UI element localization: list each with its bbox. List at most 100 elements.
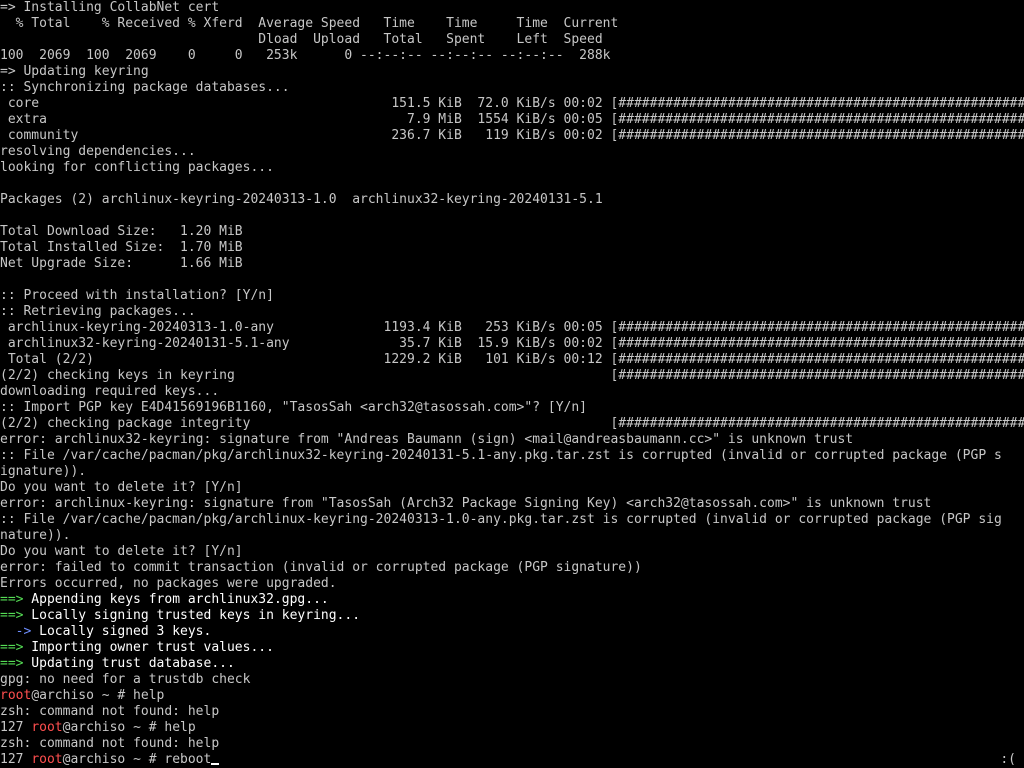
terminal-text: Total Installed Size: 1.70 MiB [0, 240, 243, 255]
terminal-console[interactable]: => Installing CollabNet cert % Total % R… [0, 0, 1024, 768]
terminal-text: error: archlinux32-keyring: signature fr… [0, 432, 854, 447]
terminal-line: 100 2069 100 2069 0 0 253k 0 --:--:-- --… [0, 48, 1024, 64]
terminal-text: looking for conflicting packages... [0, 160, 274, 175]
terminal-line: Packages (2) archlinux-keyring-20240313-… [0, 192, 1024, 208]
terminal-text: ==> [0, 592, 24, 607]
terminal-text: error: failed to commit transaction (inv… [0, 560, 642, 575]
terminal-text: downloading required keys... [0, 384, 220, 399]
terminal-line: zsh: command not found: help [0, 704, 1024, 720]
terminal-text: Net Upgrade Size: 1.66 MiB [0, 256, 243, 271]
terminal-line: error: archlinux32-keyring: signature fr… [0, 432, 1024, 448]
terminal-line: (2/2) checking package integrity [######… [0, 416, 1024, 432]
terminal-text: archlinux32-keyring-20240131-5.1-any 35.… [0, 336, 1024, 351]
right-prompt-status: :( [1000, 752, 1016, 767]
terminal-line: 127 root@archiso ~ # reboot [0, 752, 1024, 768]
terminal-text: Appending keys from archlinux32.gpg... [23, 592, 329, 607]
terminal-line: ==> Importing owner trust values... [0, 640, 1024, 656]
terminal-line: :: Import PGP key E4D41569196B1160, "Tas… [0, 400, 1024, 416]
terminal-text: ==> [0, 656, 24, 671]
terminal-text: :: File /var/cache/pacman/pkg/archlinux-… [0, 512, 1002, 527]
terminal-text: :: Synchronizing package databases... [0, 80, 290, 95]
terminal-text: @archiso ~ # help [31, 688, 165, 703]
terminal-text: resolving dependencies... [0, 144, 196, 159]
terminal-line: :: File /var/cache/pacman/pkg/archlinux3… [0, 448, 1024, 464]
terminal-text: :: File /var/cache/pacman/pkg/archlinux3… [0, 448, 1002, 463]
terminal-line: => Installing CollabNet cert [0, 0, 1024, 16]
terminal-line: root@archiso ~ # help [0, 688, 1024, 704]
terminal-text: zsh: command not found: help [0, 736, 220, 751]
terminal-line: extra 7.9 MiB 1554 KiB/s 00:05 [########… [0, 112, 1024, 128]
terminal-line: :: Synchronizing package databases... [0, 80, 1024, 96]
terminal-line: ==> Locally signing trusted keys in keyr… [0, 608, 1024, 624]
terminal-line: zsh: command not found: help [0, 736, 1024, 752]
terminal-line: ==> Updating trust database... [0, 656, 1024, 672]
terminal-line: archlinux32-keyring-20240131-5.1-any 35.… [0, 336, 1024, 352]
terminal-line: :: Retrieving packages... [0, 304, 1024, 320]
terminal-text: Total (2/2) 1229.2 KiB 101 KiB/s 00:12 [… [0, 352, 1024, 367]
text-cursor [211, 763, 220, 765]
terminal-text: ignature)). [0, 464, 87, 479]
terminal-line: error: archlinux-keyring: signature from… [0, 496, 1024, 512]
terminal-text: :: Import PGP key E4D41569196B1160, "Tas… [0, 400, 587, 415]
terminal-text: community 236.7 KiB 119 KiB/s 00:02 [###… [0, 128, 1024, 143]
terminal-line: Errors occurred, no packages were upgrad… [0, 576, 1024, 592]
terminal-text: Do you want to delete it? [Y/n] [0, 480, 243, 495]
terminal-text: Do you want to delete it? [Y/n] [0, 544, 243, 559]
terminal-text: @archiso ~ # help [62, 720, 196, 735]
terminal-text: zsh: command not found: help [0, 704, 220, 719]
terminal-line: (2/2) checking keys in keyring [########… [0, 368, 1024, 384]
terminal-line: Do you want to delete it? [Y/n] [0, 480, 1024, 496]
terminal-line: => Updating keyring [0, 64, 1024, 80]
terminal-text: :: Proceed with installation? [Y/n] [0, 288, 274, 303]
terminal-line: gpg: no need for a trustdb check [0, 672, 1024, 688]
terminal-line: Do you want to delete it? [Y/n] [0, 544, 1024, 560]
terminal-text: @archiso ~ # reboot [62, 752, 212, 767]
terminal-line: ==> Appending keys from archlinux32.gpg.… [0, 592, 1024, 608]
terminal-text: archlinux-keyring-20240313-1.0-any 1193.… [0, 320, 1024, 335]
terminal-line: downloading required keys... [0, 384, 1024, 400]
terminal-text: (2/2) checking package integrity [######… [0, 416, 1024, 431]
terminal-text: Errors occurred, no packages were upgrad… [0, 576, 337, 591]
terminal-line: Dload Upload Total Spent Left Speed [0, 32, 1024, 48]
terminal-text: root [31, 720, 63, 735]
terminal-line: archlinux-keyring-20240313-1.0-any 1193.… [0, 320, 1024, 336]
terminal-text: error: archlinux-keyring: signature from… [0, 496, 932, 511]
terminal-line: Total Download Size: 1.20 MiB [0, 224, 1024, 240]
terminal-text: Locally signing trusted keys in keyring.… [23, 608, 361, 623]
terminal-text: ==> [0, 608, 24, 623]
terminal-text: :: Retrieving packages... [0, 304, 196, 319]
terminal-text: => Installing CollabNet cert [0, 0, 220, 15]
terminal-text: => Updating keyring [0, 64, 149, 79]
terminal-line: :: File /var/cache/pacman/pkg/archlinux-… [0, 512, 1024, 528]
terminal-line: core 151.5 KiB 72.0 KiB/s 00:02 [#######… [0, 96, 1024, 112]
terminal-text: Dload Upload Total Spent Left Speed [0, 32, 603, 47]
terminal-line: Total Installed Size: 1.70 MiB [0, 240, 1024, 256]
terminal-line: community 236.7 KiB 119 KiB/s 00:02 [###… [0, 128, 1024, 144]
terminal-line: looking for conflicting packages... [0, 160, 1024, 176]
terminal-text: Packages (2) archlinux-keyring-20240313-… [0, 192, 603, 207]
terminal-text: ==> [0, 640, 24, 655]
terminal-line: Net Upgrade Size: 1.66 MiB [0, 256, 1024, 272]
terminal-line: 127 root@archiso ~ # help [0, 720, 1024, 736]
terminal-line: ignature)). [0, 464, 1024, 480]
terminal-text: gpg: no need for a trustdb check [0, 672, 251, 687]
terminal-text: root [31, 752, 63, 767]
terminal-line: nature)). [0, 528, 1024, 544]
terminal-text: -> [0, 624, 40, 639]
terminal-text: 127 [0, 720, 32, 735]
terminal-text: Importing owner trust values... [23, 640, 274, 655]
terminal-text: root [0, 688, 32, 703]
terminal-text: core 151.5 KiB 72.0 KiB/s 00:02 [#######… [0, 96, 1024, 111]
terminal-line: resolving dependencies... [0, 144, 1024, 160]
terminal-line: -> Locally signed 3 keys. [0, 624, 1024, 640]
terminal-line: error: failed to commit transaction (inv… [0, 560, 1024, 576]
terminal-text: nature)). [0, 528, 71, 543]
terminal-line: % Total % Received % Xferd Average Speed… [0, 16, 1024, 32]
terminal-text: 127 [0, 752, 32, 767]
terminal-text: Total Download Size: 1.20 MiB [0, 224, 243, 239]
terminal-text: Updating trust database... [23, 656, 235, 671]
terminal-line: :: Proceed with installation? [Y/n] [0, 288, 1024, 304]
